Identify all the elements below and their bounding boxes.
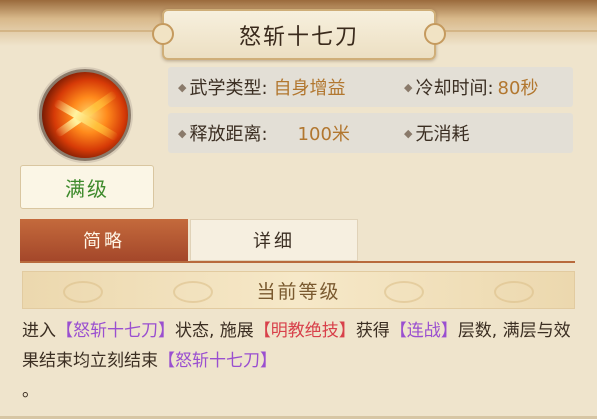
desc-keyword-skill[interactable]: 【怒斩十七刀】: [56, 321, 175, 341]
cloud-ornament: [63, 281, 103, 303]
range-value: 100米: [297, 124, 350, 145]
bullet-icon: ◆: [404, 126, 413, 140]
range-label: 释放距离:: [189, 124, 268, 145]
flame-slash-icon: [39, 69, 131, 161]
tab-detail[interactable]: 详细: [190, 219, 358, 261]
type-label: 武学类型:: [189, 78, 268, 99]
cooldown-value: 80秒: [497, 78, 539, 99]
skill-name: 怒斩十七刀: [238, 24, 359, 50]
info-skill-type: ◆ 武学类型: 自身增益: [178, 67, 346, 107]
cooldown-label: 冷却时间:: [415, 78, 494, 99]
bullet-icon: ◆: [404, 80, 413, 94]
bullet-icon: ◆: [178, 126, 187, 140]
desc-text: 。: [22, 381, 39, 401]
section-title: 当前等级: [256, 280, 341, 303]
desc-keyword-skill[interactable]: 【怒斩十七刀】: [158, 351, 277, 371]
tab-brief[interactable]: 简略: [20, 219, 188, 261]
cloud-ornament: [173, 281, 213, 303]
skill-title-plate: 怒斩十七刀: [152, 9, 446, 60]
desc-text: 获得: [355, 321, 390, 341]
bullet-icon: ◆: [178, 80, 187, 94]
cloud-ornament: [494, 281, 534, 303]
info-range: ◆ 释放距离: 100米: [178, 113, 350, 153]
ornament-left: [152, 23, 174, 45]
skill-description: 进入【怒斩十七刀】状态, 施展【明教绝技】获得【连战】层数, 满层与效果结束均立…: [22, 316, 577, 406]
cloud-ornament: [384, 281, 424, 303]
ornament-right: [424, 23, 446, 45]
type-value: 自身增益: [273, 78, 346, 99]
tab-bar: 简略 详细: [20, 219, 575, 263]
info-cost: ◆ 无消耗: [404, 113, 469, 153]
info-row-type-cooldown: ◆ 武学类型: 自身增益 ◆ 冷却时间: 80秒: [168, 67, 573, 107]
desc-text: 状态, 施展: [175, 321, 254, 341]
info-row-range-cost: ◆ 释放距离: 100米 ◆ 无消耗: [168, 113, 573, 153]
desc-text: 进入: [22, 321, 56, 341]
desc-keyword-buff[interactable]: 【连战】: [390, 321, 458, 341]
section-banner: 当前等级: [22, 271, 575, 309]
skill-level-badge: 满级: [20, 165, 154, 209]
cost-value: 无消耗: [415, 124, 470, 145]
desc-keyword-school[interactable]: 【明教绝技】: [254, 321, 356, 341]
info-cooldown: ◆ 冷却时间: 80秒: [404, 67, 538, 107]
